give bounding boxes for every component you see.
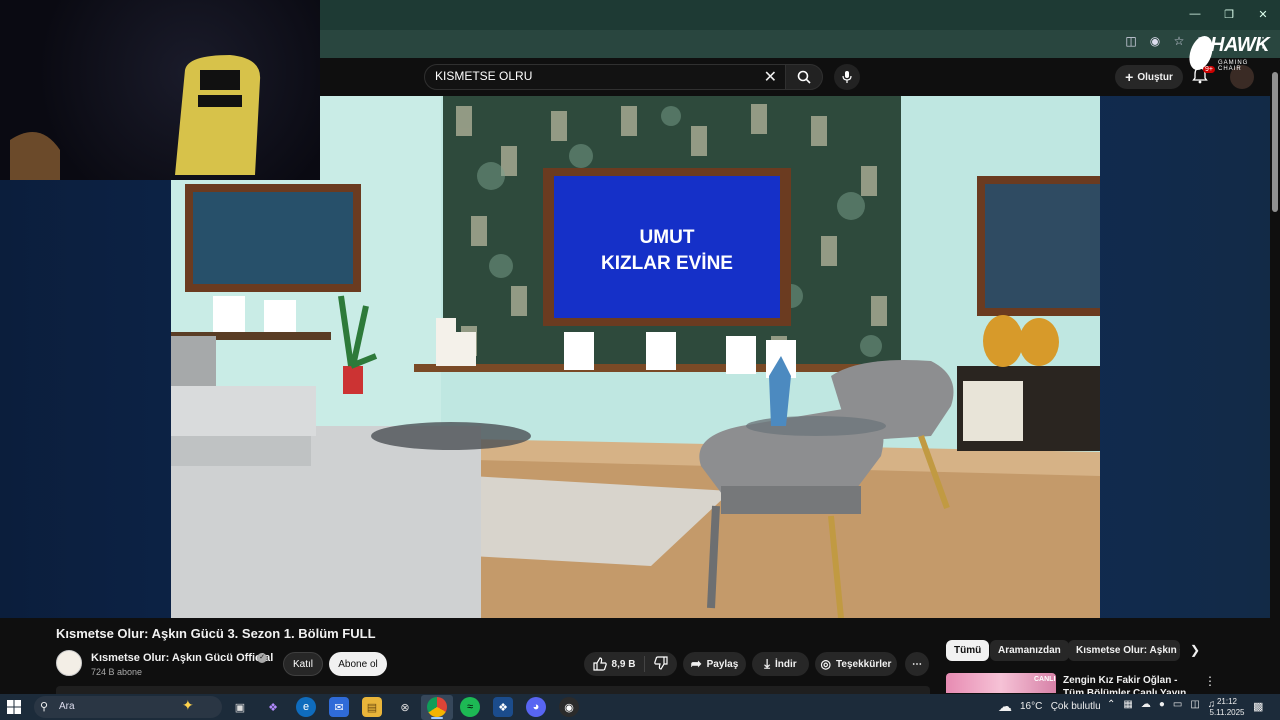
microphone-icon <box>842 71 852 83</box>
channel-name[interactable]: Kısmetse Olur: Aşkın Gücü Official <box>91 652 273 664</box>
hawk-logo-subtext: GAMING CHAIR <box>1218 60 1249 72</box>
folder-icon[interactable]: ▤ <box>362 697 382 717</box>
more-icon: ⋯ <box>912 658 922 670</box>
xbox-icon[interactable]: ⊗ <box>395 697 415 717</box>
chevron-right-icon[interactable]: ❯ <box>1190 643 1200 657</box>
search-button[interactable] <box>785 64 823 90</box>
network-app-icon[interactable]: ❖ <box>493 697 513 717</box>
plus-icon: + <box>1125 69 1134 85</box>
chrome-icon[interactable] <box>427 697 447 717</box>
description-box[interactable] <box>56 686 930 694</box>
tray-app-icon[interactable]: ▦ <box>1123 699 1132 710</box>
thanks-label: Teşekkürler <box>836 658 892 670</box>
webcam-overlay <box>0 0 320 180</box>
display-icon[interactable]: ▭ <box>1173 699 1182 710</box>
weather-cloud-icon: ☁ <box>998 698 1012 714</box>
eye-off-icon[interactable]: ◉ <box>1148 34 1162 48</box>
weather-condition: Çok bulutlu <box>1050 701 1101 712</box>
search-box[interactable]: ✕ <box>424 64 786 90</box>
recommendation-menu-icon[interactable]: ⋮ <box>1204 674 1216 688</box>
search-icon: ⚲ <box>40 701 49 713</box>
chip-related[interactable]: Kısmetse Olur: Aşkın Gücü <box>1068 640 1180 661</box>
restore-icon[interactable]: ❐ <box>1212 0 1246 28</box>
clock-date: 5.11.2025 <box>1209 708 1245 717</box>
clock-time: 21:12 <box>1216 697 1238 706</box>
join-button[interactable]: Katıl <box>283 652 323 676</box>
channel-avatar[interactable] <box>56 650 82 676</box>
more-actions-button[interactable]: ⋯ <box>905 652 929 676</box>
cloud-sync-icon[interactable]: ☁ <box>1141 699 1151 710</box>
search-icon <box>797 70 811 84</box>
network-icon[interactable]: ◫ <box>1190 699 1199 710</box>
close-icon[interactable]: ✕ <box>1246 0 1280 28</box>
system-tray: ⌃ ▦ ☁ ● ▭ ◫ ♫ <box>1107 699 1215 710</box>
share-label: Paylaş <box>706 658 739 670</box>
active-app-indicator <box>431 717 443 719</box>
search-input[interactable] <box>435 69 755 83</box>
live-badge: CANLI <box>1034 676 1056 683</box>
chip-all[interactable]: Tümü <box>946 640 990 661</box>
windows-start-icon[interactable] <box>6 699 22 715</box>
notification-center-icon[interactable]: ▩ <box>1253 700 1263 713</box>
temperature: 16°C <box>1020 701 1043 712</box>
mail-icon[interactable]: ✉ <box>329 697 349 717</box>
minimize-icon[interactable]: — <box>1178 0 1212 28</box>
clear-search-icon[interactable]: ✕ <box>764 67 777 87</box>
star-icon[interactable]: ☆ <box>1172 34 1186 48</box>
download-button[interactable]: ⤓ İndir <box>752 652 809 676</box>
recommendation-title[interactable]: Zengin Kız Fakir Oğlan - Tüm Bölümler Ca… <box>1063 674 1193 694</box>
create-label: Oluştur <box>1137 71 1173 83</box>
taskbar-clock[interactable]: 21:12 5.11.2025 <box>1204 696 1250 718</box>
spotify-icon[interactable]: ≈ <box>460 697 480 717</box>
subscribe-button[interactable]: Abone ol <box>329 652 387 676</box>
hawk-logo: HAWK GAMING CHAIR <box>1186 32 1270 76</box>
subscriber-count: 724 B abone <box>91 667 143 677</box>
tv-text-line1: UMUT <box>640 227 695 248</box>
copilot-icon[interactable]: ❖ <box>263 697 283 717</box>
gaming-chair-image <box>10 55 261 180</box>
thumbs-down-icon <box>654 655 669 670</box>
download-label: İndir <box>775 658 797 670</box>
window-controls: — ❐ ✕ <box>1178 0 1280 30</box>
discord-icon[interactable]: ◕ <box>526 697 546 717</box>
chevron-up-icon[interactable]: ⌃ <box>1107 699 1115 710</box>
page-scrollbar-thumb[interactable] <box>1272 72 1278 212</box>
share-icon: ➦ <box>690 656 702 671</box>
create-button[interactable]: + Oluştur <box>1115 65 1183 89</box>
edge-icon[interactable]: e <box>296 697 316 717</box>
dislike-button[interactable] <box>654 655 669 673</box>
chip-from-search[interactable]: Aramanızdan <box>990 640 1069 661</box>
thanks-icon: ◎ <box>820 657 832 671</box>
taskbar-search-label: Ara <box>59 701 75 712</box>
task-view-icon[interactable]: ▣ <box>230 697 250 717</box>
github-desktop-icon[interactable]: ◉ <box>559 697 579 717</box>
thumbs-up-icon <box>592 657 607 671</box>
voice-search-button[interactable] <box>834 64 860 90</box>
microphone-icon[interactable]: ● <box>1159 699 1165 710</box>
hawk-logo-text: HAWK <box>1210 34 1270 56</box>
like-divider <box>644 656 646 672</box>
video-title: Kısmetse Olur: Aşkın Gücü 3. Sezon 1. Bö… <box>56 626 376 641</box>
share-button[interactable]: ➦ Paylaş <box>683 652 746 676</box>
like-dislike-group: 8,9 B <box>584 652 677 676</box>
verified-icon: ✓ <box>257 653 267 663</box>
cast-icon[interactable]: ◫ <box>1124 34 1138 48</box>
like-count: 8,9 B <box>611 658 636 670</box>
sparkle-icon: ✦ <box>182 697 194 713</box>
thanks-button[interactable]: ◎ Teşekkürler <box>815 652 897 676</box>
download-icon: ⤓ <box>764 656 771 671</box>
tv-text-line2: KIZLAR EVİNE <box>601 253 733 274</box>
like-button[interactable]: 8,9 B <box>592 657 636 671</box>
weather-widget[interactable]: 16°C Çok bulutlu <box>1020 701 1101 712</box>
